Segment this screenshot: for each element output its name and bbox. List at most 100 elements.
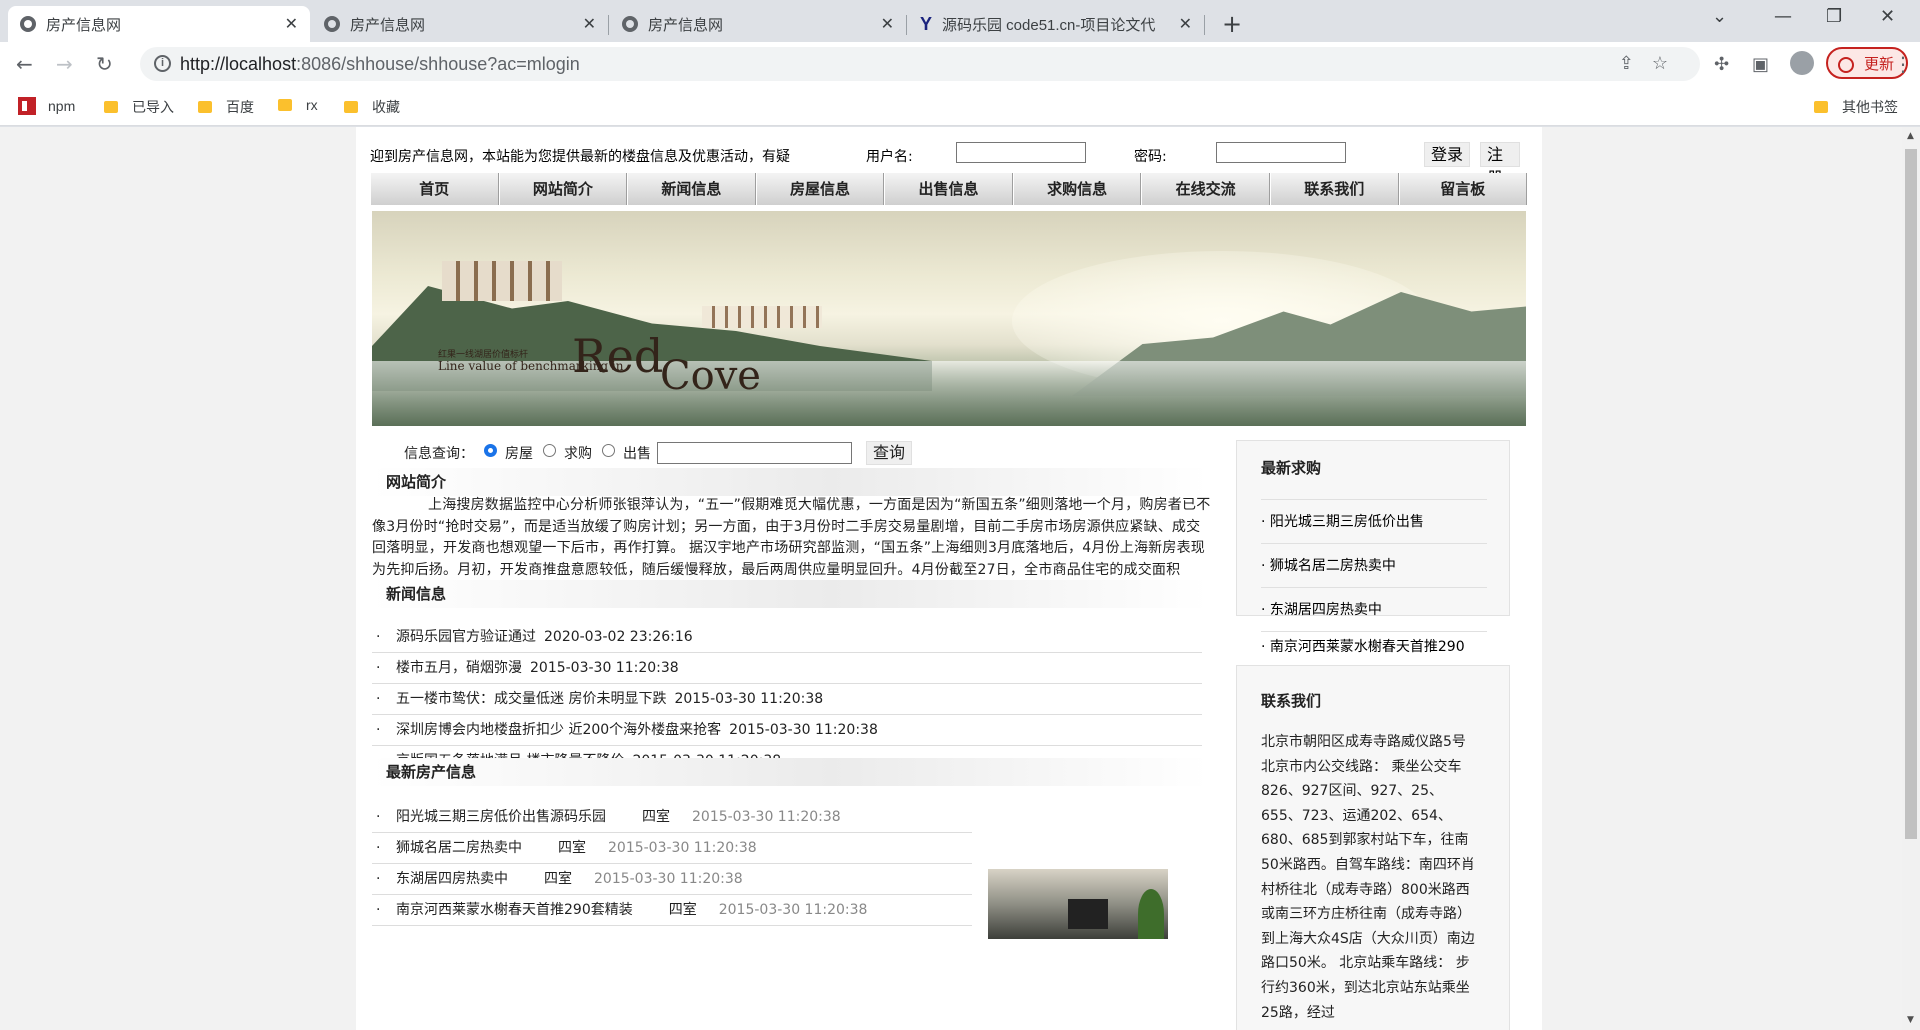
- scroll-up-icon[interactable]: ▲: [1907, 131, 1914, 141]
- address-toolbar: ← → ↻ i http://localhost:8086/shhouse/sh…: [0, 42, 1920, 86]
- menu-sale[interactable]: 出售信息: [884, 173, 1013, 205]
- password-input[interactable]: [1216, 142, 1346, 163]
- news-title[interactable]: 深圳房博会内地楼盘折扣少 近200个海外楼盘来抢客: [396, 722, 721, 738]
- wanted-item[interactable]: · 南京河西莱蒙水榭春天首推290: [1261, 631, 1487, 661]
- tab-3[interactable]: 房产信息网 ✕: [610, 6, 907, 42]
- close-window-icon[interactable]: ✕: [1880, 6, 1895, 27]
- share-icon[interactable]: ⇪: [1619, 53, 1652, 73]
- contact-title: 联系我们: [1261, 692, 1322, 710]
- house-date: 2015-03-30 11:20:38: [608, 840, 757, 856]
- site-container: 迎到房产信息网，本站能为您提供最新的楼盘信息及优惠活动，有疑 用户名: 密码: …: [356, 127, 1542, 1030]
- minimize-icon[interactable]: —: [1774, 6, 1792, 27]
- close-tab-icon[interactable]: ✕: [881, 14, 894, 34]
- menu-houses[interactable]: 房屋信息: [755, 173, 885, 205]
- wanted-list: · 阳光城三期三房低价出售 · 狮城名居二房热卖中 · 东湖居四房热卖中 · 南…: [1261, 499, 1487, 661]
- forward-icon[interactable]: →: [56, 52, 73, 76]
- reload-icon[interactable]: ↻: [96, 52, 113, 76]
- wanted-title: 最新求购: [1261, 459, 1322, 477]
- url-host: http://localhost: [180, 53, 297, 74]
- tab-title: 房产信息网: [46, 16, 122, 34]
- register-button[interactable]: 注册: [1480, 142, 1520, 187]
- menu-icon[interactable]: ⋮: [1893, 52, 1913, 76]
- tab-search-icon[interactable]: ⌄: [1712, 6, 1727, 27]
- contact-text: 北京市朝阳区成寿寺路威仪路5号 北京市内公交线路： 乘坐公交车826、927区间…: [1261, 734, 1475, 1021]
- vertical-scrollbar[interactable]: ▲ ▼: [1902, 127, 1920, 1030]
- tab-4[interactable]: Y 源码乐园 code51.cn-项目论文代 ✕: [908, 6, 1205, 42]
- side-panel-icon[interactable]: ▣: [1752, 54, 1769, 75]
- profile-avatar[interactable]: [1790, 51, 1814, 75]
- update-label: 更新: [1863, 55, 1894, 73]
- bookmark-rx[interactable]: rx: [278, 97, 318, 113]
- bookmark-star-icon[interactable]: ☆: [1652, 53, 1686, 73]
- search-button[interactable]: 查询: [866, 441, 913, 465]
- menu-home[interactable]: 首页: [370, 173, 499, 205]
- search-input[interactable]: [657, 442, 852, 464]
- menu-contact[interactable]: 联系我们: [1269, 173, 1399, 205]
- close-tab-icon[interactable]: ✕: [583, 14, 596, 34]
- radio-house[interactable]: [484, 443, 497, 457]
- house-item[interactable]: · 南京河西莱蒙水榭春天首推290套精装 四室 2015-03-30 11:20:38: [372, 895, 972, 926]
- bookmark-label: 其他书签: [1842, 99, 1898, 115]
- new-tab-button[interactable]: +: [1222, 10, 1242, 38]
- house-rooms: 四室: [558, 840, 586, 856]
- radio-sale[interactable]: [602, 443, 615, 457]
- bookmark-imported[interactable]: 已导入: [104, 97, 174, 117]
- bookmark-label: 收藏: [372, 99, 400, 115]
- house-title[interactable]: 阳光城三期三房低价出售源码乐园: [396, 802, 606, 833]
- house-title[interactable]: 狮城名居二房热卖中: [396, 833, 522, 864]
- menu-about[interactable]: 网站简介: [498, 173, 628, 205]
- bookmark-favorites[interactable]: 收藏: [344, 97, 400, 117]
- house-title[interactable]: 南京河西莱蒙水榭春天首推290套精装: [396, 895, 633, 926]
- banner-villas: [442, 261, 562, 301]
- extensions-icon[interactable]: ✣: [1714, 54, 1729, 75]
- tab-2[interactable]: 房产信息网 ✕: [312, 6, 609, 42]
- news-title[interactable]: 五一楼市鸷伏：成交量低迷 房价未明显下跌: [396, 691, 666, 707]
- news-title[interactable]: 源码乐园官方验证通过: [396, 629, 536, 645]
- folder-icon: [1814, 101, 1828, 113]
- welcome-marquee: 迎到房产信息网，本站能为您提供最新的楼盘信息及优惠活动，有疑: [370, 149, 790, 165]
- restore-icon[interactable]: ❐: [1826, 6, 1842, 27]
- tab-separator: [906, 15, 907, 35]
- bookmark-baidu[interactable]: 百度: [198, 97, 254, 117]
- wanted-item[interactable]: · 东湖居四房热卖中: [1261, 587, 1487, 631]
- wanted-item[interactable]: · 阳光城三期三房低价出售: [1261, 499, 1487, 543]
- house-date: 2015-03-30 11:20:38: [594, 871, 743, 887]
- close-tab-icon[interactable]: ✕: [285, 14, 298, 34]
- house-item[interactable]: · 阳光城三期三房低价出售源码乐园 四室 2015-03-30 11:20:38: [372, 802, 972, 833]
- news-title[interactable]: 楼市五月，硝烟弥漫: [396, 660, 522, 676]
- menu-wanted[interactable]: 求购信息: [1012, 173, 1142, 205]
- bookmark-other[interactable]: 其他书签: [1814, 97, 1898, 117]
- url-path: :8086/shhouse/shhouse?ac=mlogin: [296, 53, 580, 74]
- section-intro-header: 网站简介: [372, 468, 1208, 496]
- tab-1[interactable]: 房产信息网 ✕: [8, 6, 310, 42]
- menu-chat[interactable]: 在线交流: [1141, 173, 1270, 205]
- top-login-bar: 迎到房产信息网，本站能为您提供最新的楼盘信息及优惠活动，有疑 用户名: 密码: …: [370, 142, 1520, 187]
- browser-chrome: 房产信息网 ✕ 房产信息网 ✕ 房产信息网 ✕ Y 源码乐园 code51.cn…: [0, 0, 1920, 127]
- code51-logo-icon: Y: [920, 13, 933, 34]
- news-item[interactable]: · 五一楼市鸷伏：成交量低迷 房价未明显下跌 2015-03-30 11:20:38: [372, 684, 1202, 715]
- address-bar[interactable]: i http://localhost:8086/shhouse/shhouse?…: [140, 47, 1700, 81]
- wanted-panel: 最新求购 · 阳光城三期三房低价出售 · 狮城名居二房热卖中 · 东湖居四房热卖…: [1236, 440, 1510, 655]
- house-title[interactable]: 东湖居四房热卖中: [396, 864, 508, 895]
- login-button[interactable]: 登录: [1424, 142, 1471, 167]
- username-input[interactable]: [956, 142, 1086, 163]
- tab-separator: [1204, 15, 1205, 35]
- close-tab-icon[interactable]: ✕: [1179, 14, 1192, 34]
- news-date: 2015-03-30 11:20:38: [729, 722, 878, 738]
- site-info-icon[interactable]: i: [154, 55, 171, 72]
- bookmark-npm[interactable]: npm: [18, 97, 75, 115]
- news-item[interactable]: · 源码乐园官方验证通过 2020-03-02 23:26:16: [372, 622, 1202, 653]
- menu-news[interactable]: 新闻信息: [627, 173, 756, 205]
- house-item[interactable]: · 狮城名居二房热卖中 四室 2015-03-30 11:20:38: [372, 833, 972, 864]
- news-item[interactable]: · 楼市五月，硝烟弥漫 2015-03-30 11:20:38: [372, 653, 1202, 684]
- news-date: 2020-03-02 23:26:16: [544, 629, 693, 645]
- news-item[interactable]: · 深圳房博会内地楼盘折扣少 近200个海外楼盘来抢客 2015-03-30 11:…: [372, 715, 1202, 746]
- back-icon[interactable]: ←: [16, 52, 33, 76]
- radio-wanted[interactable]: [543, 443, 556, 457]
- menu-guestbook[interactable]: 留言板: [1398, 173, 1528, 205]
- scroll-thumb[interactable]: [1905, 149, 1917, 839]
- house-photo[interactable]: [988, 869, 1168, 939]
- house-item[interactable]: · 东湖居四房热卖中 四室 2015-03-30 11:20:38: [372, 864, 972, 895]
- scroll-down-icon[interactable]: ▼: [1907, 1015, 1914, 1025]
- wanted-item[interactable]: · 狮城名居二房热卖中: [1261, 543, 1487, 587]
